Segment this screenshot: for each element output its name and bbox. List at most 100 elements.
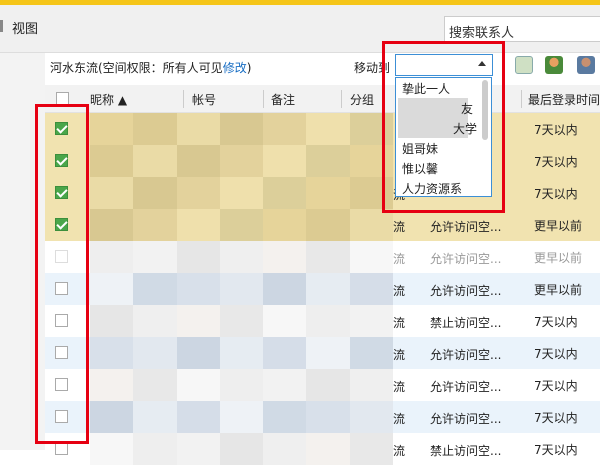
table-row[interactable]: 7天以内 <box>45 113 600 145</box>
mosaic-block <box>133 209 177 241</box>
space-permission: 河水东流(空间权限：所有人可见修改) <box>50 59 251 76</box>
table-row[interactable]: 流 禁止访问空... 7天以内 <box>45 305 600 337</box>
table-row[interactable]: 流 允许访问空... 7天以内 <box>45 401 600 433</box>
mosaic-block <box>219 177 264 209</box>
mosaic-block <box>306 369 350 401</box>
table-row[interactable]: 流 允许访问空... 更早以前 <box>45 241 600 273</box>
mosaic-block <box>349 369 393 401</box>
col-divider[interactable] <box>341 90 342 108</box>
access-cell: 允许访问空... <box>430 348 502 362</box>
mosaic-block <box>306 337 350 369</box>
table-row[interactable]: 流 允许访问空... 更早以前 <box>45 273 600 305</box>
group-cell: 流 <box>393 284 406 298</box>
table-header: 昵称 ▲ 帐号 备注 分组 最后登录时间 <box>45 85 600 113</box>
mosaic-block <box>176 113 220 145</box>
mosaic-block <box>306 433 350 465</box>
mosaic-block <box>263 401 307 433</box>
mosaic-block <box>90 401 134 433</box>
mosaic-block <box>133 401 177 433</box>
menu-view[interactable]: 视图 <box>12 18 38 37</box>
blurred-contact-info <box>90 113 393 145</box>
mosaic-block <box>133 241 177 273</box>
add-contact-icon[interactable] <box>545 56 563 74</box>
last-login-cell: 更早以前 <box>534 283 583 297</box>
col-divider[interactable] <box>263 90 264 108</box>
access-cell: 允许访问空... <box>430 380 502 394</box>
mosaic-block <box>90 177 134 209</box>
mosaic-block <box>219 433 264 465</box>
last-login-cell: 更早以前 <box>534 219 583 233</box>
mosaic-block <box>349 401 393 433</box>
mosaic-block <box>90 369 134 401</box>
mosaic-block <box>263 209 307 241</box>
menu-separator <box>0 20 3 32</box>
col-nickname[interactable]: 昵称 ▲ <box>90 91 127 108</box>
access-cell: 允许访问空... <box>430 252 502 266</box>
mosaic-block <box>133 433 177 465</box>
table-row[interactable]: 流 允许访问空... 更早以前 <box>45 209 600 241</box>
mosaic-block <box>176 145 220 177</box>
contact-settings-icon[interactable] <box>577 56 595 74</box>
mosaic-block <box>176 305 220 337</box>
mosaic-block <box>90 273 134 305</box>
group-cell: 流 <box>393 220 406 234</box>
col-last-login[interactable]: 最后登录时间 <box>528 91 600 108</box>
edit-permission-link[interactable]: 修改 <box>223 61 247 75</box>
mosaic-block <box>90 337 134 369</box>
group-cell: 流 <box>393 380 406 394</box>
mosaic-block <box>90 433 134 465</box>
col-note[interactable]: 备注 <box>271 91 295 108</box>
blurred-contact-info <box>90 241 393 273</box>
col-divider[interactable] <box>183 90 184 108</box>
mosaic-block <box>176 177 220 209</box>
sort-asc-icon: ▲ <box>117 93 128 107</box>
last-login-cell: 7天以内 <box>534 123 578 137</box>
mosaic-block <box>90 305 134 337</box>
mosaic-block <box>263 177 307 209</box>
last-login-cell: 更早以前 <box>534 251 583 265</box>
mosaic-block <box>176 273 220 305</box>
table-row[interactable]: 7天以内 <box>45 145 600 177</box>
mosaic-block <box>306 401 350 433</box>
table-row[interactable]: 流 允许访问空... 7天以内 <box>45 369 600 401</box>
group-cell: 流 <box>393 444 406 458</box>
mosaic-block <box>219 241 264 273</box>
mosaic-block <box>263 273 307 305</box>
group-cell: 流 <box>393 412 406 426</box>
mosaic-block <box>263 113 307 145</box>
mosaic-block <box>133 145 177 177</box>
mosaic-block <box>90 209 134 241</box>
space-text: 河水东流(空间权限：所有人可见 <box>50 61 223 75</box>
access-cell: 禁止访问空... <box>430 316 502 330</box>
mosaic-block <box>349 337 393 369</box>
mosaic-block <box>133 337 177 369</box>
mosaic-block <box>176 337 220 369</box>
table-row[interactable]: 流 允许访问空... 7天以内 <box>45 337 600 369</box>
mosaic-block <box>133 369 177 401</box>
col-nickname-label: 昵称 <box>90 93 115 107</box>
mosaic-block <box>263 241 307 273</box>
last-login-cell: 7天以内 <box>534 315 578 329</box>
mosaic-block <box>176 369 220 401</box>
mosaic-block <box>263 337 307 369</box>
info-bar: 河水东流(空间权限：所有人可见修改) 移动到 <box>45 53 600 85</box>
mosaic-block <box>263 433 307 465</box>
mosaic-block <box>306 113 350 145</box>
mosaic-block <box>176 209 220 241</box>
mosaic-block <box>133 273 177 305</box>
mosaic-block <box>349 433 393 465</box>
col-group[interactable]: 分组 <box>350 91 374 108</box>
col-account[interactable]: 帐号 <box>192 91 216 108</box>
mosaic-block <box>263 305 307 337</box>
mosaic-block <box>133 177 177 209</box>
group-cell: 流 <box>393 348 406 362</box>
blurred-contact-info <box>90 433 393 465</box>
col-divider[interactable] <box>521 90 522 108</box>
mosaic-block <box>219 305 264 337</box>
mosaic-block <box>219 113 264 145</box>
edit-icon[interactable] <box>515 56 533 74</box>
table-row[interactable]: 流 7天以内 <box>45 177 600 209</box>
search-contacts-input[interactable]: 搜索联系人 <box>444 16 600 42</box>
table-row[interactable]: 流 禁止访问空... 7天以内 <box>45 433 600 465</box>
mosaic-block <box>133 113 177 145</box>
